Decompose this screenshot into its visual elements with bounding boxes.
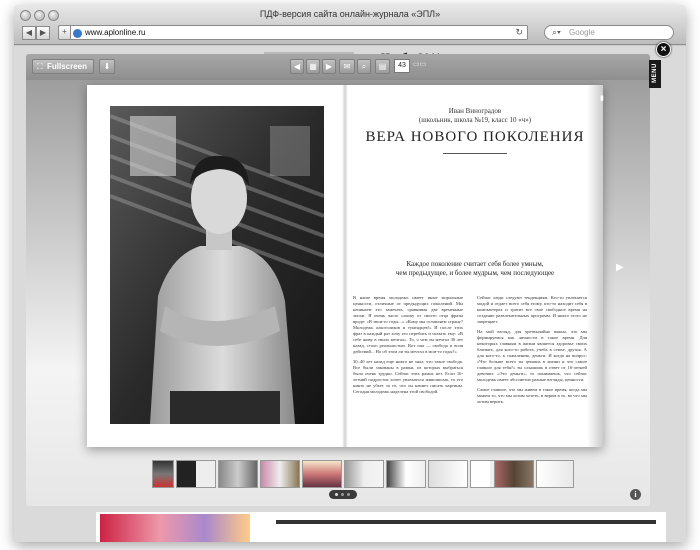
download-button[interactable]: ⬇ [99, 59, 115, 74]
page-number-input[interactable]: 43 [394, 59, 410, 73]
envelope-icon: ✉ [343, 62, 351, 71]
thumbnail[interactable] [344, 460, 384, 488]
close-viewer-button[interactable]: × [656, 42, 671, 57]
article-column-1: В наше время молодежь имеет иные моральн… [353, 295, 463, 394]
thumbnail[interactable] [260, 460, 300, 488]
titlebar: ПДФ-версия сайта онлайн-журнала «ЭПЛ» ◀ … [14, 5, 686, 45]
thumbnail[interactable] [494, 460, 534, 488]
search-icon: ⌕▾ [552, 27, 561, 37]
next-page-button[interactable]: ▶ [322, 59, 336, 74]
viewer-toolbar [26, 54, 650, 80]
back-button[interactable]: ◀ [22, 26, 36, 40]
author-note: (школьник, школа №19, класс 10 «ч») [418, 116, 532, 124]
pdf-viewer: ⛶ Fullscreen ⬇ ◀ ▦ ▶ ✉ ⌕ ▤ 43 ▭▭ Иван Ви… [26, 54, 650, 506]
printer-icon: ▤ [378, 62, 387, 71]
email-button[interactable]: ✉ [339, 59, 355, 74]
right-arrow-icon: ▶ [325, 62, 333, 71]
plus-icon: + [62, 27, 67, 36]
previous-page-button[interactable]: ◀ [290, 59, 304, 74]
pagination-dot[interactable] [341, 493, 344, 496]
zoom-button[interactable]: ⌕ [357, 59, 371, 74]
pagination-dot[interactable] [335, 493, 338, 496]
search-placeholder: Google [569, 28, 595, 37]
article-column-2: Сейчас люди следуют тенденциям. Кто-то у… [477, 295, 587, 404]
author-name: Иван Виноградов [448, 107, 502, 115]
pagination-dot[interactable] [347, 493, 350, 496]
article-title: ВЕРА НОВОГО ПОКОЛЕНИЯ [365, 129, 585, 145]
thumbnail[interactable] [428, 460, 468, 488]
download-icon: ⬇ [103, 62, 111, 71]
thumbnail[interactable] [302, 460, 342, 488]
print-button[interactable]: ▤ [375, 59, 390, 74]
forward-button[interactable]: ▶ [36, 26, 50, 40]
portrait-illustration [110, 106, 324, 424]
article-lead: Каждое поколение считает себя более умны… [395, 260, 555, 277]
fullscreen-icon: ⛶ [37, 62, 43, 71]
thumbnail[interactable] [386, 460, 426, 488]
address-bar[interactable]: + www.aplonline.ru ↻ [58, 25, 528, 40]
search-field[interactable]: ⌕▾ Google [544, 25, 674, 40]
next-page-arrow-icon[interactable]: ▶ [616, 262, 624, 273]
reload-icon[interactable]: ↻ [515, 27, 523, 38]
thumbnail[interactable] [218, 460, 258, 488]
back-arrow-icon: ◀ [25, 28, 33, 37]
info-button[interactable]: i [630, 489, 641, 500]
thumbnail[interactable] [536, 460, 574, 488]
window-title: ПДФ-версия сайта онлайн-журнала «ЭПЛ» [259, 9, 441, 19]
title-divider [443, 153, 507, 154]
background-magazine-cover [100, 514, 250, 542]
url-text: www.aplonline.ru [85, 28, 146, 37]
portrait-photo [110, 106, 324, 424]
menu-tab[interactable]: MENU [649, 60, 661, 88]
left-arrow-icon: ◀ [293, 62, 301, 71]
globe-icon [73, 29, 82, 38]
page-corner-marker-icon[interactable]: ▮ [600, 94, 604, 102]
fullscreen-button[interactable]: ⛶ Fullscreen [32, 59, 94, 74]
thumbnail[interactable] [152, 460, 174, 488]
forward-arrow-icon: ▶ [39, 28, 47, 37]
grid-icon: ▦ [309, 62, 317, 71]
grid-view-button[interactable]: ▦ [306, 59, 320, 74]
magnifier-icon: ⌕ [361, 62, 367, 71]
pagination-dots [329, 490, 357, 499]
add-bookmark-button[interactable]: + [58, 25, 71, 40]
magazine-spread[interactable]: Иван Виноградов (школьник, школа №19, кл… [87, 85, 603, 447]
article-author: Иван Виноградов (школьник, школа №19, кл… [355, 107, 595, 125]
page-count-indicator: ▭▭ [413, 61, 427, 68]
thumbnail[interactable] [176, 460, 216, 488]
